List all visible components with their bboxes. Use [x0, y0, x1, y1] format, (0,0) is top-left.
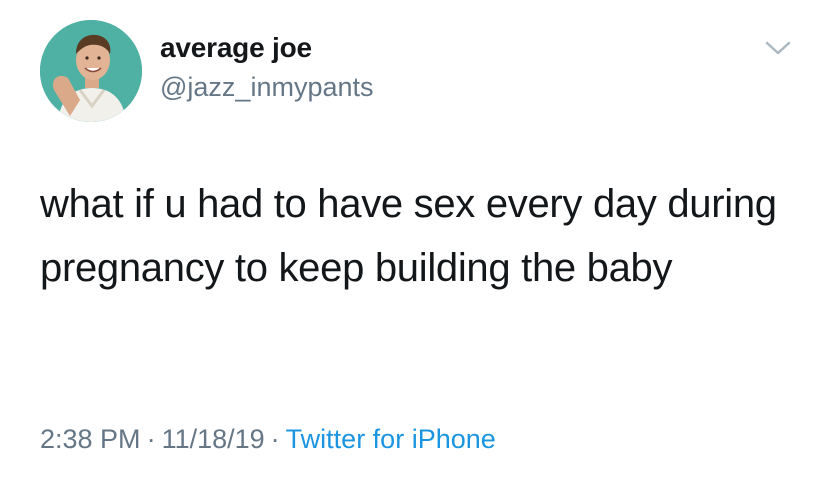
meta-separator: · — [270, 424, 280, 454]
tweet-text: what if u had to have sex every day duri… — [40, 182, 777, 290]
tweet-meta: 2:38 PM · 11/18/19 · Twitter for iPhone — [40, 424, 496, 455]
meta-separator: · — [146, 424, 156, 454]
avatar-image — [40, 20, 142, 122]
chevron-down-icon[interactable] — [764, 38, 792, 58]
tweet-source-link[interactable]: Twitter for iPhone — [286, 424, 496, 454]
display-name[interactable]: average joe — [160, 32, 312, 64]
user-handle[interactable]: @jazz_inmypants — [160, 72, 374, 103]
tweet-time[interactable]: 2:38 PM — [40, 424, 141, 454]
avatar[interactable] — [40, 20, 142, 122]
tweet-date[interactable]: 11/18/19 — [162, 424, 265, 454]
tweet-card: average joe @jazz_inmypants what if u ha… — [0, 0, 828, 487]
